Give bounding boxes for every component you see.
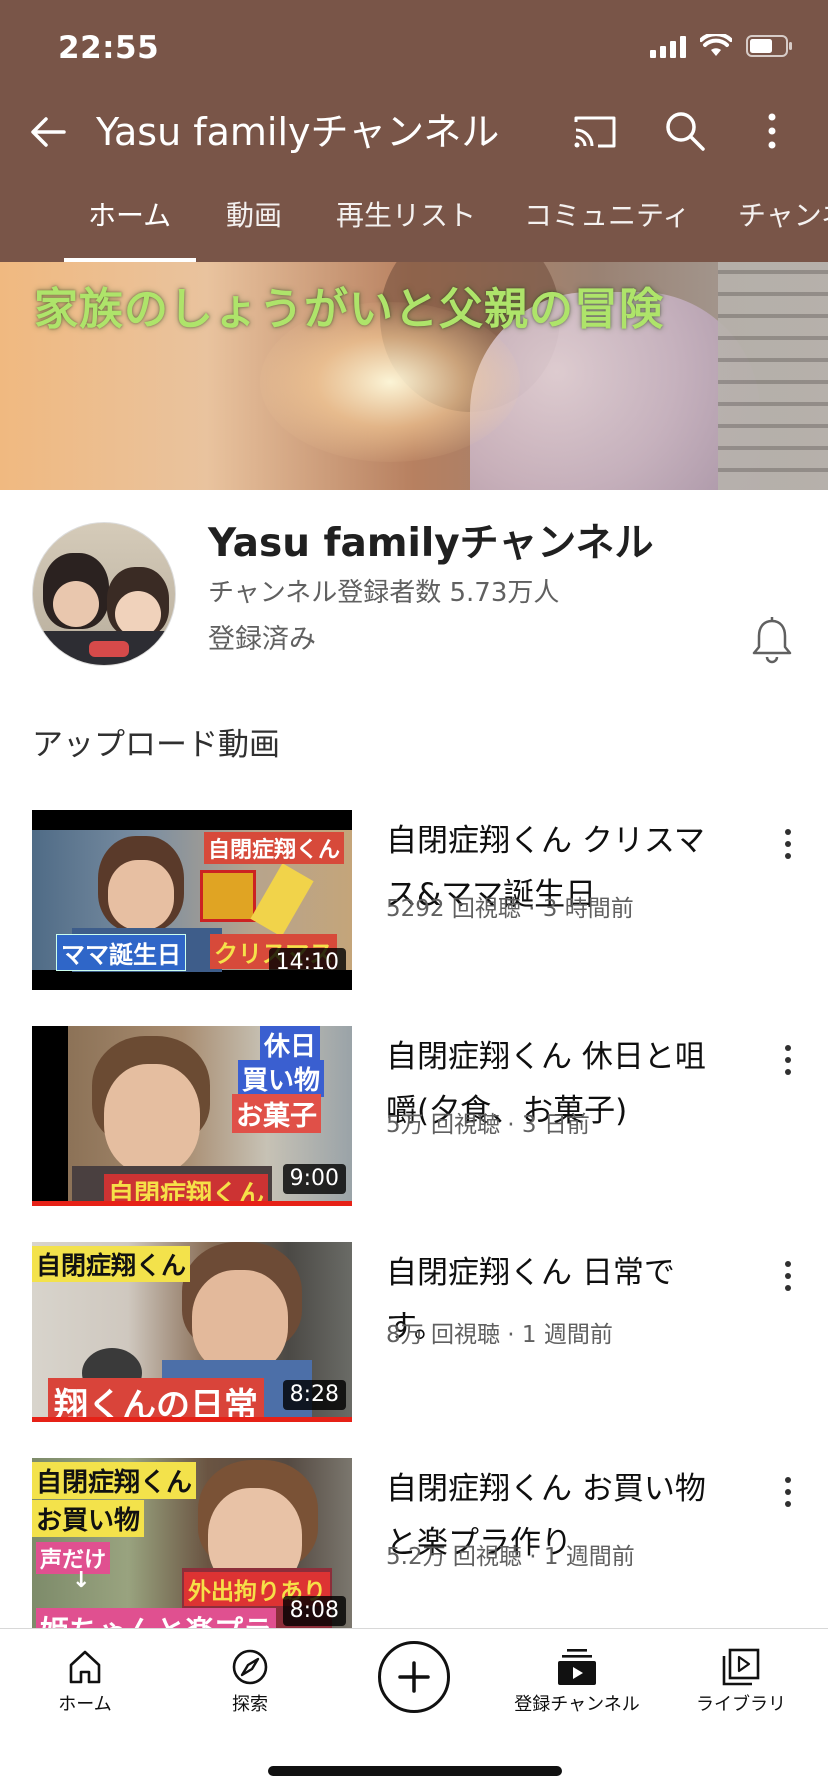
create-plus-icon[interactable]	[378, 1641, 450, 1713]
nav-label: 登録チャンネル	[514, 1694, 640, 1715]
thumbnail-caption: お買い物	[32, 1500, 145, 1537]
tab-home[interactable]: ホーム	[88, 196, 171, 236]
nav-subscriptions[interactable]: 登録チャンネル	[502, 1647, 652, 1717]
back-arrow-icon[interactable]	[26, 110, 70, 154]
nav-explore[interactable]: 探索	[175, 1647, 325, 1717]
nav-home[interactable]: ホーム	[10, 1647, 160, 1717]
more-vertical-icon[interactable]	[770, 824, 806, 864]
video-item[interactable]: 自閉症翔くん ママ誕生日 クリスマス 14:10 自閉症翔くん クリスマス&ママ…	[0, 810, 828, 990]
video-thumbnail[interactable]: 休日 買い物 お菓子 自閉症翔くん 9:00	[32, 1026, 352, 1206]
video-item[interactable]: 自閉症翔くん お買い物 声だけ ↓ 外出拘りあり 姫ちゃんと楽プラ 8:08 自…	[0, 1458, 828, 1638]
status-time: 22:55	[58, 30, 160, 66]
video-meta: 5万 回視聴 · 3 日前	[386, 1112, 590, 1138]
tab-playlists[interactable]: 再生リスト	[336, 196, 476, 236]
video-item[interactable]: 自閉症翔くん 翔くんの日常 8:28 自閉症翔くん 日常です。 8万 回視聴 ·…	[0, 1242, 828, 1422]
video-duration: 8:28	[282, 1380, 346, 1410]
bell-icon[interactable]	[750, 616, 794, 664]
thumbnail-caption: 自閉症翔くん	[32, 1462, 197, 1499]
channel-tabs: ホーム 動画 再生リスト コミュニティ チャンネル	[0, 196, 828, 262]
subscriptions-icon	[558, 1649, 596, 1685]
home-indicator[interactable]	[268, 1766, 562, 1776]
thumbnail-caption: ↓	[72, 1568, 91, 1593]
video-thumbnail[interactable]: 自閉症翔くん 翔くんの日常 8:28	[32, 1242, 352, 1422]
more-vertical-icon[interactable]	[770, 1040, 806, 1080]
cellular-signal-icon	[650, 34, 686, 58]
video-duration: 14:10	[268, 948, 346, 978]
video-duration: 9:00	[282, 1164, 346, 1194]
thumbnail-caption: 休日	[260, 1026, 321, 1063]
tab-channels[interactable]: チャンネル	[738, 196, 828, 236]
video-meta: 5292 回視聴 · 3 時間前	[386, 896, 634, 922]
uploads-section-title: アップロード動画	[32, 727, 280, 763]
status-bar: 22:55	[0, 0, 828, 100]
thumbnail-caption: 自閉症翔くん	[204, 832, 345, 864]
nav-label: ホーム	[58, 1694, 112, 1715]
nav-library[interactable]: ライブラリ	[666, 1647, 816, 1717]
video-thumbnail[interactable]: 自閉症翔くん お買い物 声だけ ↓ 外出拘りあり 姫ちゃんと楽プラ 8:08	[32, 1458, 352, 1638]
app-bar: Yasu familyチャンネル	[0, 100, 828, 164]
video-duration: 8:08	[282, 1596, 346, 1626]
subscriber-count: チャンネル登録者数 5.73万人	[208, 578, 560, 608]
thumbnail-caption: 買い物	[238, 1060, 325, 1097]
video-meta: 8万 回視聴 · 1 週間前	[386, 1322, 613, 1348]
more-vertical-icon[interactable]	[752, 108, 792, 154]
thumbnail-caption: 自閉症翔くん	[32, 1246, 191, 1282]
video-item[interactable]: 休日 買い物 お菓子 自閉症翔くん 9:00 自閉症翔くん 休日と咀嚼(夕食、お…	[0, 1026, 828, 1206]
nav-label: 探索	[232, 1694, 268, 1715]
subscribed-button[interactable]: 登録済み	[208, 622, 316, 658]
channel-header: 22:55 Yasu familyチャンネル ホーム 動画 再生リスト コミュニ…	[0, 0, 828, 262]
thumbnail-caption: ママ誕生日	[56, 934, 186, 971]
channel-avatar[interactable]	[32, 522, 176, 666]
banner-text: 家族のしょうがいと父親の冒険	[34, 284, 664, 335]
watch-progress-bar	[32, 1417, 352, 1422]
video-meta: 5.2万 回視聴 · 1 週間前	[386, 1544, 635, 1570]
wifi-icon	[700, 34, 732, 58]
more-vertical-icon[interactable]	[770, 1472, 806, 1512]
channel-banner: 家族のしょうがいと父親の冒険	[0, 262, 828, 490]
compass-icon	[232, 1649, 268, 1685]
thumbnail-caption: お菓子	[232, 1094, 321, 1133]
battery-icon	[746, 34, 794, 58]
home-icon	[69, 1650, 101, 1684]
status-icons	[650, 34, 794, 58]
library-icon	[722, 1648, 760, 1686]
thumbnail-caption: 翔くんの日常	[48, 1378, 264, 1422]
channel-name: Yasu familyチャンネル	[208, 521, 654, 566]
tab-videos[interactable]: 動画	[226, 196, 282, 236]
watch-progress-bar	[32, 1201, 352, 1206]
cast-icon[interactable]	[572, 110, 618, 154]
app-bar-title: Yasu familyチャンネル	[96, 110, 500, 154]
search-icon[interactable]	[662, 108, 708, 154]
more-vertical-icon[interactable]	[770, 1256, 806, 1296]
tab-community[interactable]: コミュニティ	[524, 196, 690, 236]
video-thumbnail[interactable]: 自閉症翔くん ママ誕生日 クリスマス 14:10	[32, 810, 352, 990]
nav-label: ライブラリ	[696, 1694, 786, 1715]
